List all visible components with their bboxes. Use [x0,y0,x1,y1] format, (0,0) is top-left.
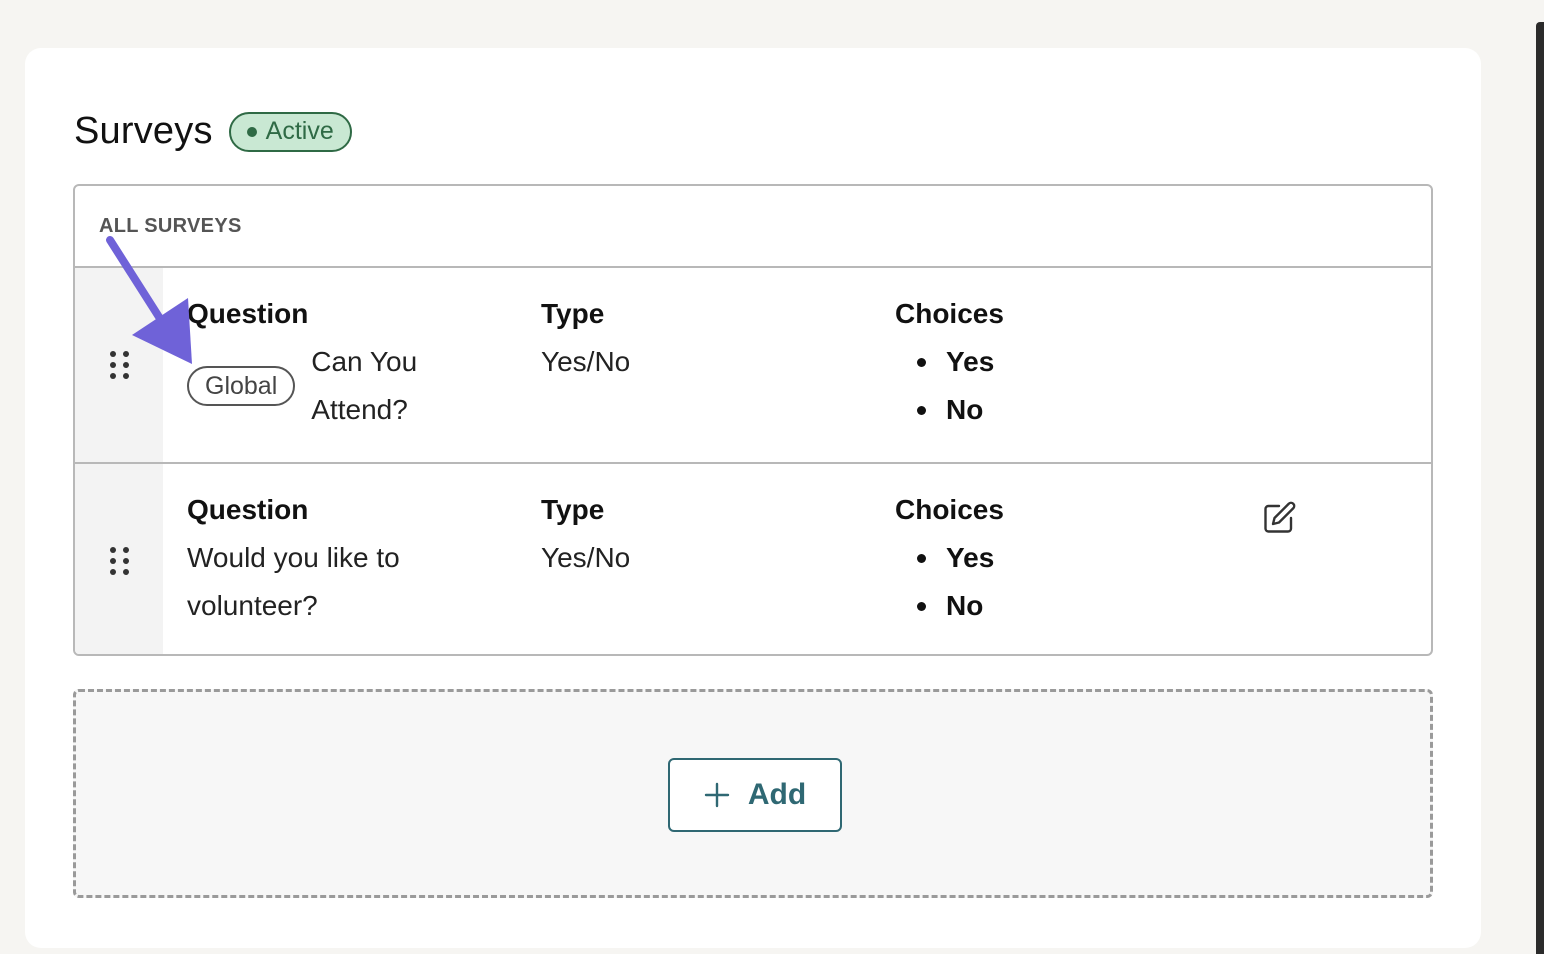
type-value: Yes/No [541,346,631,377]
drag-handle-icon [109,351,129,379]
drag-handle-icon [109,547,129,575]
question-cell: Question Would you like to volunteer? [187,494,447,630]
table-row: Question Would you like to volunteer? Ty… [75,462,1431,654]
question-text: Would you like to volunteer? [187,542,400,621]
table-row: Question Global Can You Attend? Type Yes… [75,268,1431,462]
surveys-card: Surveys Active ALL SURVEYS Question Glob… [25,48,1481,948]
question-label: Question [187,298,309,329]
choices-cell: Choices Yes No [895,494,1004,630]
type-label: Type [541,298,605,329]
choices-label: Choices [895,494,1004,525]
choice-item: No [895,582,1004,630]
page: Surveys Active ALL SURVEYS Question Glob… [0,0,1544,954]
add-button[interactable]: Add [668,758,842,832]
choice-item: Yes [895,338,1004,386]
add-button-label: Add [747,778,807,811]
choice-item: Yes [895,534,1004,582]
question-cell: Question Global Can You Attend? [187,298,441,434]
status-badge: Active [228,111,352,152]
drag-handle[interactable] [75,464,163,654]
global-tag: Global [187,366,296,406]
type-value: Yes/No [541,542,631,573]
type-cell: Type Yes/No [541,298,630,386]
status-badge-label: Active [265,117,334,145]
question-text: Can You Attend? [311,346,418,425]
choice-item: No [895,386,1004,434]
status-dot-icon [246,126,257,137]
type-cell: Type Yes/No [541,494,630,582]
table-header: ALL SURVEYS [75,186,1431,268]
question-content: Global Can You Attend? [187,338,441,434]
add-survey-dropzone: Add [73,689,1433,898]
page-title: Surveys [74,110,213,152]
surveys-table: ALL SURVEYS Question Global Can You Atte… [73,184,1433,656]
choices-list: Yes No [895,338,1004,434]
question-label: Question [187,494,309,525]
edit-pencil-icon [1264,501,1296,533]
plus-icon [704,782,730,808]
section-header: Surveys Active [74,110,352,153]
choices-cell: Choices Yes No [895,298,1004,434]
table-header-label: ALL SURVEYS [99,214,242,237]
edit-button[interactable] [1259,498,1299,538]
choices-list: Yes No [895,534,1004,630]
scrollbar[interactable] [1536,22,1544,954]
type-label: Type [541,494,605,525]
drag-handle[interactable] [75,268,163,462]
choices-label: Choices [895,298,1004,329]
